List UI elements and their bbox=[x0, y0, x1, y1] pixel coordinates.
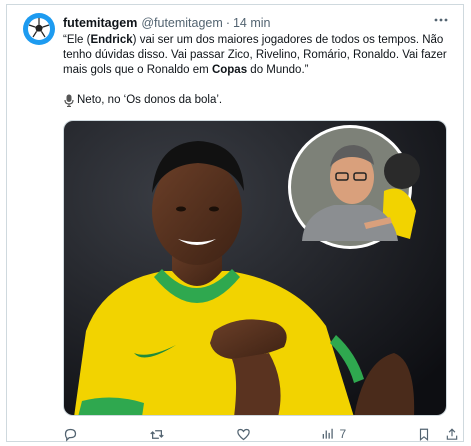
reply-icon bbox=[64, 428, 77, 442]
retweet-button[interactable] bbox=[149, 427, 165, 442]
timestamp[interactable]: 14 min bbox=[233, 16, 271, 30]
like-button[interactable] bbox=[236, 427, 251, 442]
tweet-header: futemitagem @futemitagem · 14 min bbox=[63, 14, 453, 32]
tweet-credit: Neto, no ‘Os donos da bola’. bbox=[63, 93, 453, 108]
bar-chart-icon bbox=[323, 428, 334, 439]
right-actions bbox=[417, 427, 459, 442]
credit-text: Neto, no ‘Os donos da bola’. bbox=[77, 94, 223, 106]
tweet-card[interactable]: futemitagem @futemitagem · 14 min “Ele (… bbox=[6, 4, 464, 442]
views-count: 7 bbox=[339, 427, 347, 441]
reply-button[interactable] bbox=[63, 427, 78, 442]
quote-bold-word: Copas bbox=[211, 64, 248, 76]
photo-illustration bbox=[64, 121, 446, 415]
bookmark-icon[interactable] bbox=[417, 427, 431, 442]
tweet-text: “Ele (Endrick) vai ser um dos maiores jo… bbox=[63, 33, 453, 108]
tweet-quote: “Ele (Endrick) vai ser um dos maiores jo… bbox=[63, 33, 453, 78]
soccer-ball-icon bbox=[28, 18, 50, 40]
more-icon[interactable] bbox=[433, 12, 449, 28]
heart-icon bbox=[236, 428, 250, 440]
avatar[interactable] bbox=[23, 13, 55, 45]
microphone-icon bbox=[64, 94, 74, 107]
share-icon[interactable] bbox=[445, 427, 459, 442]
tweet-actions: 7 bbox=[63, 424, 459, 444]
quote-text: “Ele ( bbox=[63, 34, 91, 46]
display-name[interactable]: futemitagem bbox=[63, 16, 137, 30]
quote-text: do Mundo.” bbox=[247, 64, 309, 76]
tweet-image[interactable] bbox=[63, 120, 447, 416]
quote-bold-name: Endrick bbox=[90, 34, 133, 46]
separator: · bbox=[225, 16, 230, 30]
views-button[interactable]: 7 bbox=[321, 427, 346, 441]
user-handle[interactable]: @futemitagem bbox=[141, 16, 222, 30]
retweet-icon bbox=[150, 429, 164, 439]
